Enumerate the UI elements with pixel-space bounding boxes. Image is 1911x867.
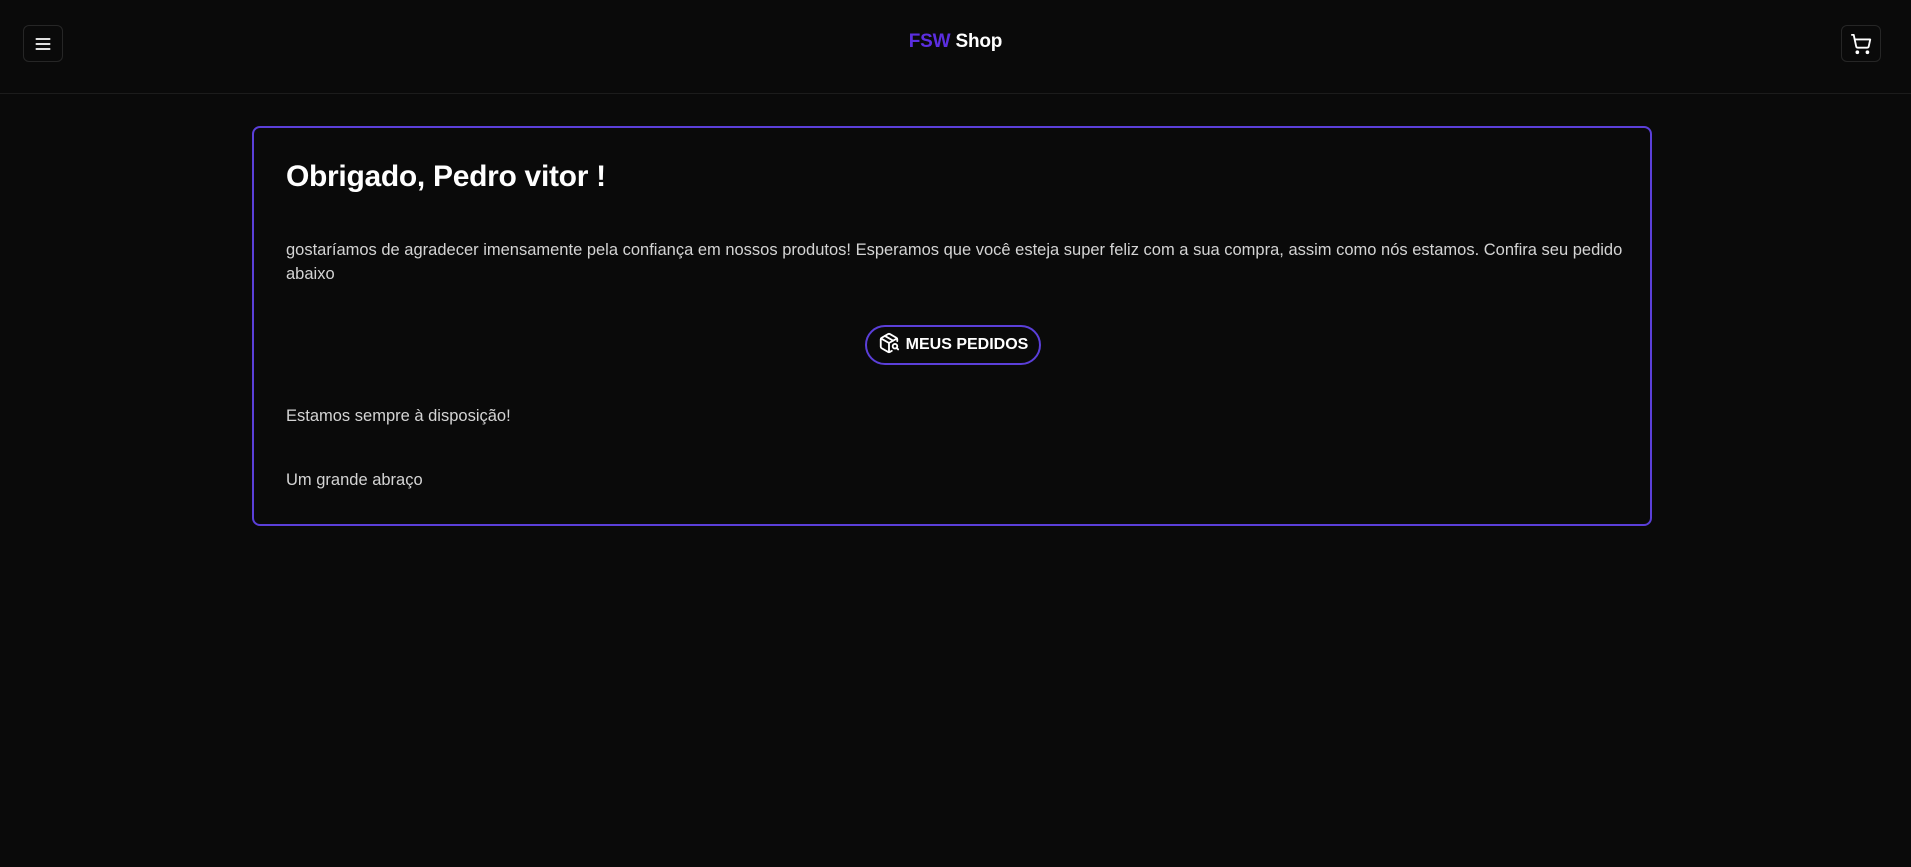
closing-text: Um grande abraço: [286, 471, 423, 489]
my-orders-button[interactable]: MEUS PEDIDOS: [865, 325, 1041, 365]
logo-shop-text: Shop: [955, 31, 1003, 52]
logo-brand-text: FSW: [908, 31, 951, 52]
thank-you-title: Obrigado, Pedro vitor !: [286, 160, 606, 193]
thank-you-card: Obrigado, Pedro vitor ! gostaríamos de a…: [252, 126, 1652, 526]
thank-you-message: gostaríamos de agradecer imensamente pel…: [286, 241, 1623, 283]
package-search-icon: [878, 332, 900, 359]
my-orders-label: MEUS PEDIDOS: [905, 336, 1029, 353]
availability-text: Estamos sempre à disposição!: [286, 407, 511, 425]
shopping-cart-icon: [1850, 33, 1872, 55]
cart-button[interactable]: [1841, 25, 1881, 62]
top-header: FSW Shop: [0, 0, 1911, 94]
shop-logo[interactable]: FSW Shop: [0, 31, 1911, 53]
